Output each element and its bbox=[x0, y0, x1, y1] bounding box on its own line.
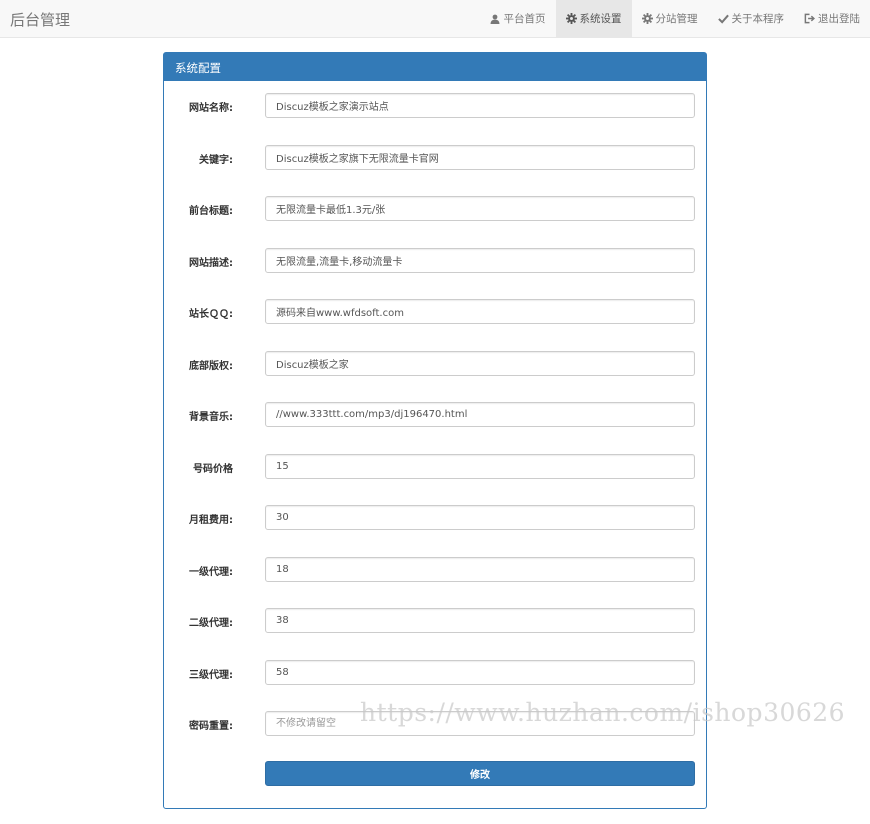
admin-qq-input[interactable] bbox=[265, 299, 695, 324]
form-row-front-title: 前台标题: bbox=[164, 196, 706, 221]
nav-item-label: 退出登陆 bbox=[818, 13, 860, 25]
number-price-input[interactable] bbox=[265, 453, 695, 479]
nav-item-about[interactable]: 关于本程序 bbox=[708, 0, 795, 37]
field-label: 网站描述: bbox=[189, 257, 233, 269]
field-label: 一级代理: bbox=[189, 566, 233, 578]
copyright-input[interactable] bbox=[265, 350, 695, 376]
nav-item-system-settings[interactable]: 系统设置 bbox=[555, 0, 632, 37]
form-row-admin-qq: 站长ＱＱ: bbox=[164, 299, 706, 324]
gear-icon bbox=[565, 13, 577, 24]
agent-level-3-input[interactable] bbox=[265, 659, 695, 685]
field-label: 三级代理: bbox=[189, 669, 233, 681]
description-input[interactable] bbox=[265, 247, 695, 273]
field-label: 站长ＱＱ: bbox=[189, 309, 233, 320]
monthly-fee-input[interactable] bbox=[265, 505, 695, 530]
form-row-agent-level-1: 一级代理: bbox=[164, 556, 706, 582]
keywords-input[interactable] bbox=[265, 144, 695, 170]
check-icon bbox=[717, 13, 729, 24]
agent-level-2-input[interactable] bbox=[265, 608, 695, 633]
form-row-agent-level-3: 三级代理: bbox=[164, 659, 706, 685]
field-label: 关键字: bbox=[199, 154, 233, 166]
field-label: 底部版权: bbox=[189, 360, 233, 372]
field-label: 网站名称: bbox=[189, 103, 233, 114]
form-row-description: 网站描述: bbox=[164, 247, 706, 273]
nav-menu: 平台首页 系统设置 分站管理 关于本程序 退出登陆 bbox=[480, 0, 870, 37]
form-row-agent-level-2: 二级代理: bbox=[164, 608, 706, 633]
bg-music-input[interactable] bbox=[265, 402, 695, 427]
top-navbar: 后台管理 平台首页 系统设置 分站管理 关于本程序 退出登陆 bbox=[0, 0, 870, 38]
form-row-bg-music: 背景音乐: bbox=[164, 402, 706, 427]
nav-item-label: 关于本程序 bbox=[731, 13, 785, 25]
form-row-monthly-fee: 月租费用: bbox=[164, 505, 706, 530]
nav-item-label: 分站管理 bbox=[655, 13, 698, 25]
field-label: 密码重置: bbox=[189, 721, 233, 732]
nav-item-logout[interactable]: 退出登陆 bbox=[794, 0, 870, 37]
agent-level-1-input[interactable] bbox=[265, 556, 695, 582]
site-name-input[interactable] bbox=[265, 93, 695, 118]
logout-icon bbox=[804, 13, 815, 24]
nav-item-substation[interactable]: 分站管理 bbox=[632, 0, 708, 37]
panel-title: 系统配置 bbox=[164, 53, 706, 81]
nav-item-label: 平台首页 bbox=[503, 13, 546, 25]
field-label: 前台标题: bbox=[189, 206, 233, 217]
nav-item-label: 系统设置 bbox=[579, 13, 622, 25]
gear-icon bbox=[641, 13, 653, 24]
form-row-password-reset: 密码重置: bbox=[164, 711, 706, 736]
form-row-copyright: 底部版权: bbox=[164, 350, 706, 376]
form-row-keywords: 关键字: bbox=[164, 144, 706, 170]
form-row-site-name: 网站名称: bbox=[164, 93, 706, 118]
field-label: 背景音乐: bbox=[189, 412, 233, 423]
field-label: 号码价格 bbox=[193, 463, 233, 475]
nav-item-home[interactable]: 平台首页 bbox=[480, 0, 556, 37]
front-title-input[interactable] bbox=[265, 196, 695, 221]
config-panel: 系统配置 网站名称: 关键字: 前台标题: 网站描述: 站长ＱＱ: 底部版权: … bbox=[163, 52, 707, 809]
user-icon bbox=[490, 13, 501, 24]
field-label: 月租费用: bbox=[189, 515, 233, 526]
field-label: 二级代理: bbox=[189, 618, 233, 629]
submit-button[interactable]: 修改 bbox=[265, 761, 695, 786]
form-row-number-price: 号码价格 bbox=[164, 453, 706, 479]
brand-title[interactable]: 后台管理 bbox=[10, 9, 70, 30]
password-reset-input[interactable] bbox=[265, 711, 695, 736]
